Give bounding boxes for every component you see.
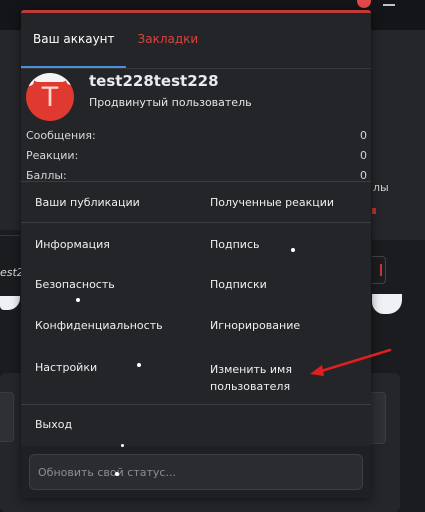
- profile-block: T test228test228 Продвинутый пользовател…: [21, 69, 371, 182]
- background-card-field-left: [0, 392, 14, 442]
- logout-divider: [21, 404, 371, 405]
- stat-value: 0: [360, 129, 367, 142]
- link-ignoring[interactable]: Игнорирование: [210, 319, 300, 332]
- page-banner-right: [372, 150, 425, 240]
- stat-label: Реакции:: [26, 149, 79, 162]
- link-following[interactable]: Подписки: [210, 278, 267, 291]
- link-settings[interactable]: Настройки: [35, 361, 97, 374]
- avatar[interactable]: T: [26, 73, 74, 121]
- snow-decoration-right: [372, 294, 402, 314]
- username[interactable]: test228test228: [89, 72, 219, 90]
- link-signature[interactable]: Подпись: [210, 238, 259, 251]
- link-privacy[interactable]: Конфиденциальность: [35, 319, 163, 332]
- snow-fleck: [121, 444, 124, 447]
- avatar-snow-drip-right: [66, 76, 74, 85]
- header-avatar-icon[interactable]: [357, 0, 371, 8]
- link-security[interactable]: Безопасность: [35, 278, 115, 291]
- arrow-annotation-icon: [310, 348, 392, 376]
- background-red-mark: [372, 208, 376, 214]
- menu-icon[interactable]: [383, 0, 395, 6]
- stat-reactions: Реакции: 0: [26, 149, 367, 165]
- account-menu-tabs: Ваш аккаунт Закладки: [21, 13, 371, 68]
- snow-fleck: [115, 472, 119, 476]
- snow-fleck: [76, 298, 80, 302]
- links-divider: [21, 222, 371, 223]
- background-divider: [0, 235, 20, 236]
- background-right-text: лы: [373, 181, 389, 194]
- link-reactions-received[interactable]: Полученные реакции: [210, 196, 334, 209]
- link-information[interactable]: Информация: [35, 238, 110, 251]
- stat-messages: Сообщения: 0: [26, 129, 367, 145]
- tab-bookmarks[interactable]: Закладки: [126, 13, 210, 68]
- snow-fleck: [291, 248, 295, 252]
- stat-value: 0: [360, 149, 367, 162]
- avatar-letter: T: [41, 82, 59, 113]
- account-menu: Ваш аккаунт Закладки T test228test228 Пр…: [21, 10, 371, 498]
- header-icons: [357, 0, 395, 8]
- background-caret: [377, 264, 382, 276]
- status-input[interactable]: [29, 454, 363, 490]
- background-card-field-right: [370, 392, 386, 444]
- link-your-posts[interactable]: Ваши публикации: [35, 196, 140, 209]
- tab-your-account[interactable]: Ваш аккаунт: [21, 13, 126, 68]
- profile-divider: [21, 181, 371, 182]
- avatar-snow-cap: [30, 73, 70, 82]
- stat-points: Баллы: 0: [26, 169, 367, 185]
- stat-label: Сообщения:: [26, 129, 96, 142]
- logout-link[interactable]: Выход: [35, 418, 72, 431]
- user-title: Продвинутый пользователь: [89, 96, 252, 109]
- snow-fleck: [137, 363, 141, 367]
- snow-decoration-left: [0, 296, 20, 310]
